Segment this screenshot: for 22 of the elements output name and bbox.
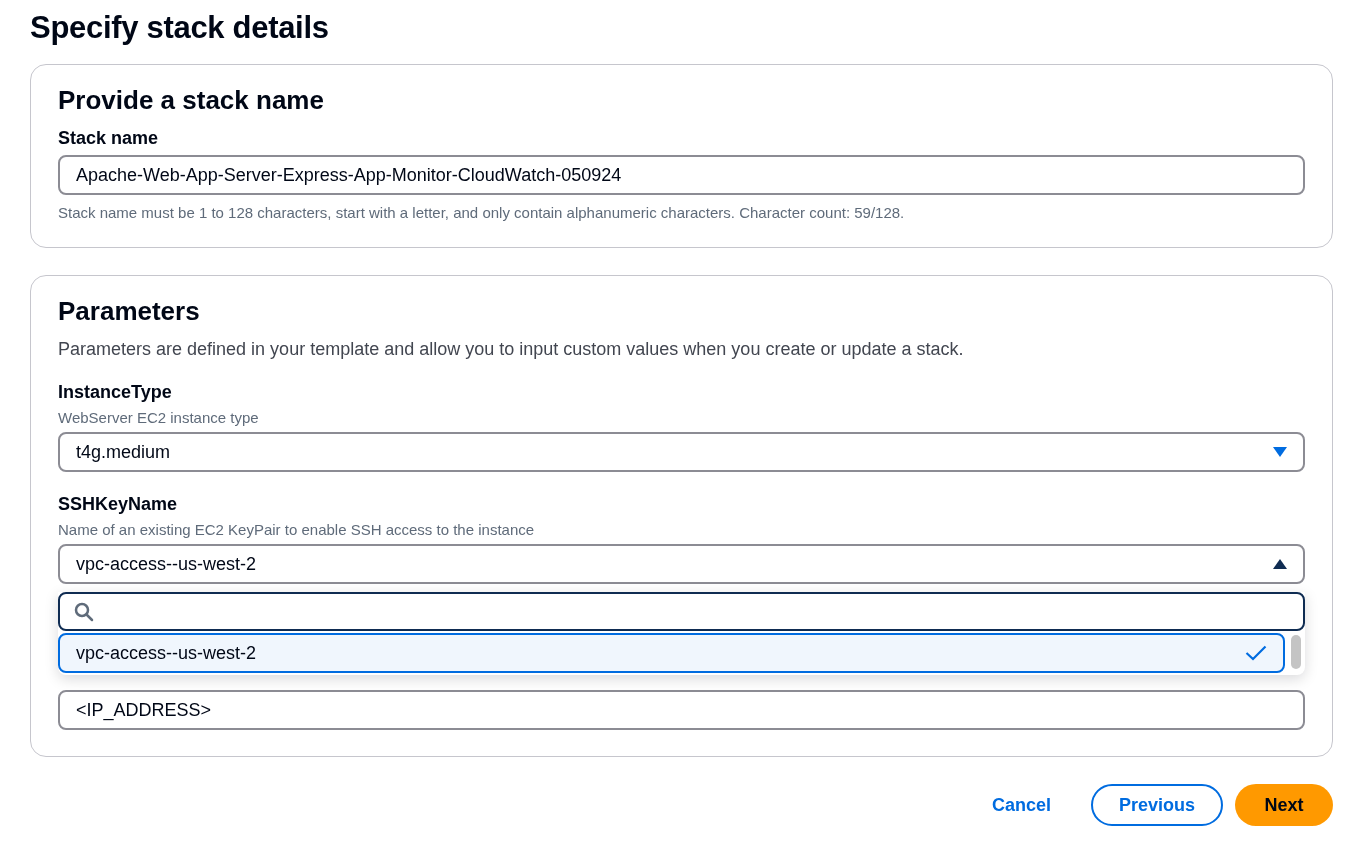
- scrollbar-thumb[interactable]: [1291, 635, 1301, 669]
- text-field[interactable]: <IP_ADDRESS>: [58, 690, 1305, 730]
- previous-button[interactable]: Previous: [1090, 784, 1223, 826]
- field-description: WebServer EC2 instance type: [58, 409, 259, 426]
- section-heading: Provide a stack name: [58, 85, 324, 116]
- field-label: Stack name: [58, 128, 159, 149]
- dropdown-select[interactable]: vpc-access--us-west-2: [58, 544, 1305, 584]
- page-title: Specify stack details: [30, 10, 330, 46]
- stack-name-field[interactable]: Apache-Web-App-Server-Express-App-Monitor-CloudWatch-050924: [58, 155, 1305, 195]
- section-heading: Parameters: [58, 296, 200, 327]
- field-label: SSHKeyName: [58, 494, 178, 515]
- next-button[interactable]: Next: [1235, 784, 1333, 826]
- field-hint: Stack name must be 1 to 128 characters, start with a letter, and only contain alphanumeric characters. Character count: 59/128.: [58, 204, 905, 221]
- field-label: InstanceType: [58, 382, 172, 403]
- section-description: Parameters are defined in your template and allow you to input custom values when you create or update a stack.: [58, 339, 964, 360]
- search-field[interactable]: [58, 592, 1305, 631]
- search-icon: [74, 601, 94, 622]
- field-description: Name of an existing EC2 KeyPair to enable SSH access to the instance: [58, 521, 535, 538]
- dropdown-option[interactable]: vpc-access--us-west-2: [58, 633, 1285, 673]
- cancel-link[interactable]: Cancel: [963, 784, 1079, 826]
- dropdown-select[interactable]: t4g.medium: [58, 432, 1305, 472]
- check-icon: [1245, 645, 1267, 661]
